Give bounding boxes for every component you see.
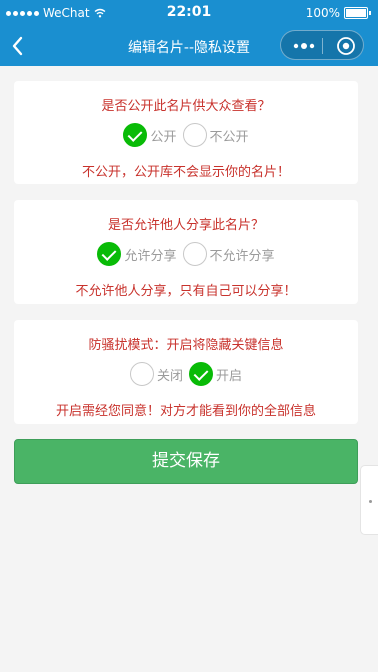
option-label: 不公开: [209, 129, 249, 145]
battery-percent: 100%: [305, 6, 340, 20]
public-option-yes[interactable]: 公开: [123, 123, 177, 147]
checked-radio-icon[interactable]: [189, 362, 213, 386]
anti-harassment-question: 防骚扰模式：开启将隐藏关键信息: [88, 338, 284, 353]
nav-bar: 编辑名片--隐私设置: [0, 26, 378, 66]
anti-harassment-option-on[interactable]: 开启: [189, 362, 242, 386]
status-bar: WeChat 22:01 100%: [0, 0, 378, 26]
option-label: 公开: [150, 129, 177, 145]
sharing-note: 不允许他人分享，只有自己可以分享！: [75, 284, 297, 299]
unchecked-radio-icon[interactable]: [129, 362, 154, 386]
checked-radio-icon[interactable]: [97, 242, 122, 266]
public-note: 不公开，公开库不会显示你的名片！: [81, 165, 290, 180]
sharing-option-deny[interactable]: 不允许分享: [182, 242, 275, 266]
option-label: 允许分享: [124, 248, 177, 264]
public-option-no[interactable]: 不公开: [182, 123, 249, 147]
anti-harassment-option-off[interactable]: 关闭: [129, 362, 183, 386]
side-float-tab[interactable]: [360, 465, 378, 535]
sharing-question: 是否允许他人分享此名片？: [107, 218, 264, 233]
public-visibility-card: 是否公开此名片供大众查看？ 公开 不公开 不公开，公开库不会显示你的名片！: [14, 81, 358, 184]
public-options: 公开 不公开: [14, 123, 358, 147]
miniprogram-capsule: [280, 30, 364, 60]
sharing-options: 允许分享 不允许分享: [14, 242, 358, 266]
more-dots-icon[interactable]: [289, 37, 319, 55]
anti-harassment-card: 防骚扰模式：开启将隐藏关键信息 关闭 开启 开启需经您同意！对方才能看到你的全部…: [14, 320, 358, 424]
option-label: 开启: [216, 368, 243, 384]
submit-save-button[interactable]: 提交保存: [14, 439, 358, 484]
capsule-divider: [322, 38, 323, 54]
miniprogram-close-icon[interactable]: [336, 36, 356, 56]
side-tab-dot: [369, 500, 372, 503]
sharing-option-allow[interactable]: 允许分享: [97, 242, 177, 266]
checked-radio-icon[interactable]: [123, 123, 148, 147]
anti-harassment-note: 开启需经您同意！对方才能看到你的全部信息: [55, 404, 316, 419]
battery-icon: [344, 7, 371, 19]
option-label: 关闭: [156, 368, 183, 384]
unchecked-radio-icon[interactable]: [182, 123, 207, 147]
sharing-card: 是否允许他人分享此名片？ 允许分享 不允许分享 不允许他人分享，只有自己可以分享…: [14, 200, 358, 304]
unchecked-radio-icon[interactable]: [182, 242, 207, 266]
public-question: 是否公开此名片供大众查看？: [101, 99, 271, 114]
anti-harassment-options: 关闭 开启: [14, 362, 358, 386]
status-right: 100%: [305, 6, 371, 20]
option-label: 不允许分享: [209, 248, 275, 264]
